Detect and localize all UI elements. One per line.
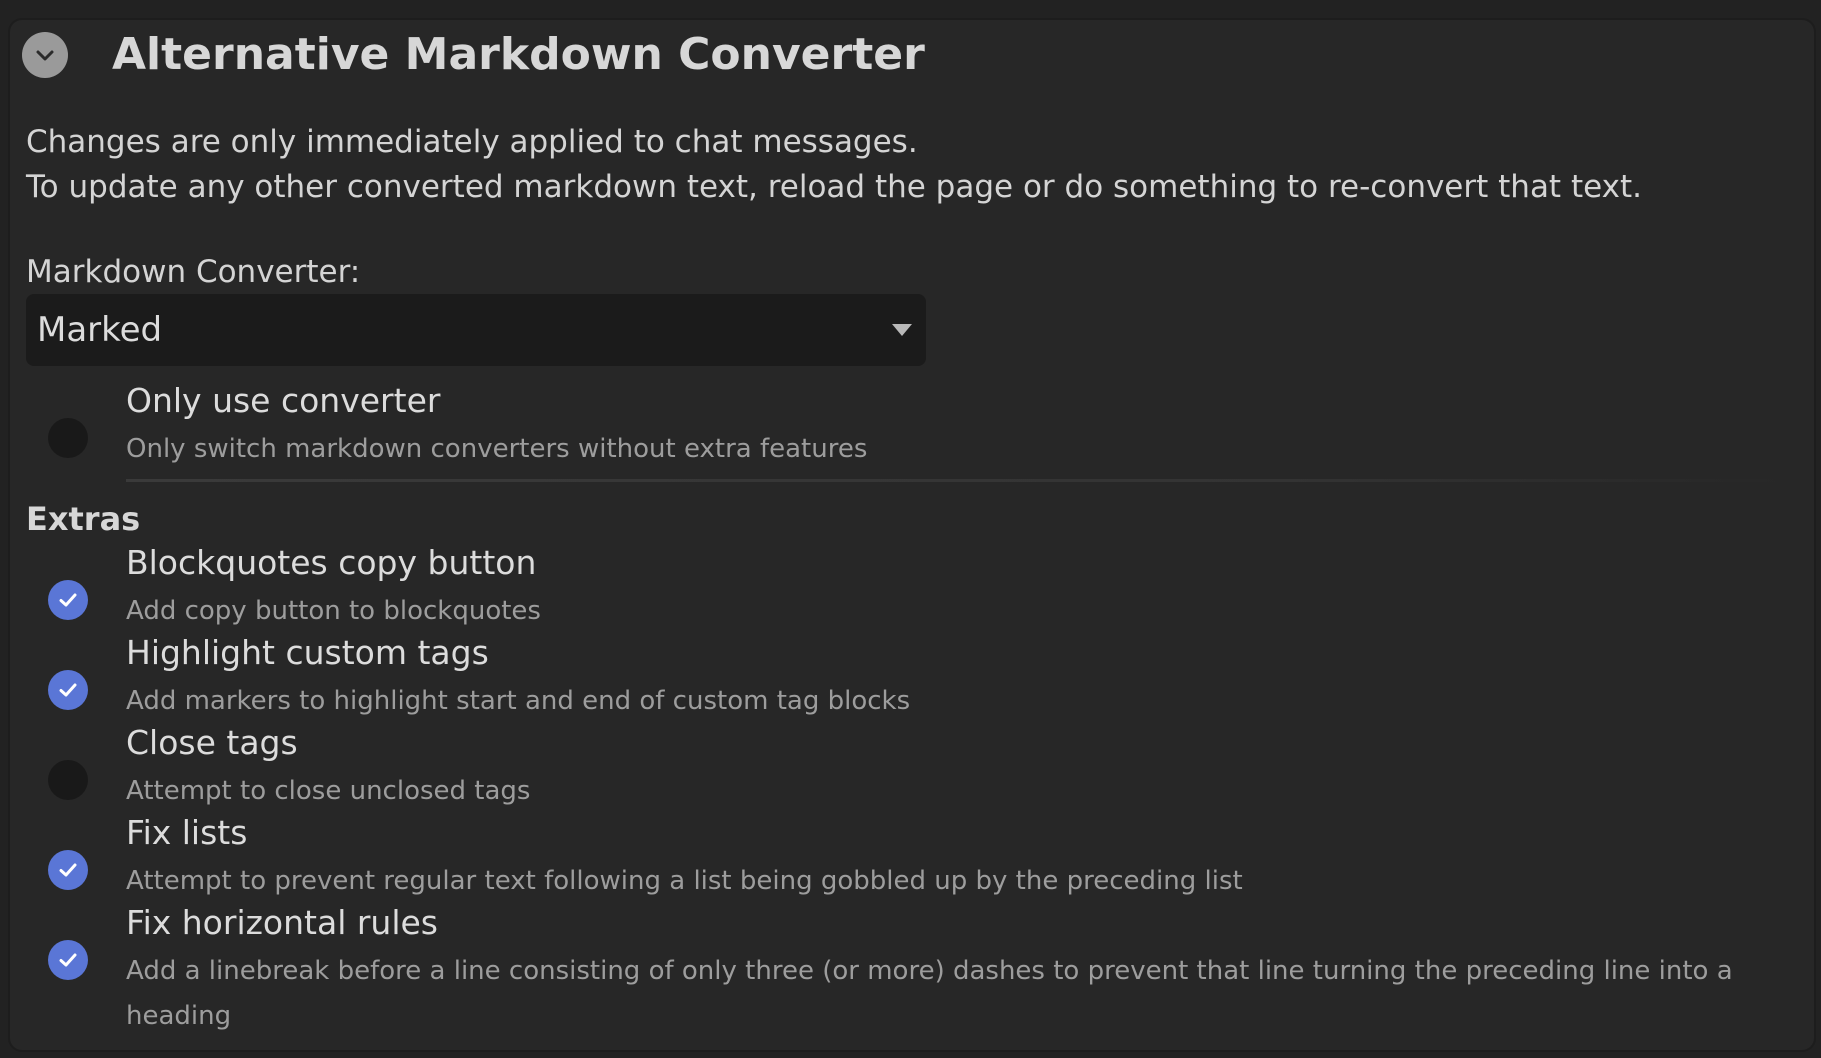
fix-lists-checkbox[interactable] (48, 850, 88, 890)
option-description: Only switch markdown converters without … (126, 434, 868, 464)
panel-title: Alternative Markdown Converter (112, 29, 925, 80)
settings-panel: Alternative Markdown Converter Changes a… (8, 18, 1816, 1052)
only-use-converter-checkbox[interactable] (48, 418, 88, 458)
option-title: Close tags (126, 723, 298, 762)
close-tags-checkbox[interactable] (48, 760, 88, 800)
option-title: Fix lists (126, 813, 248, 852)
highlight-custom-tags-checkbox[interactable] (48, 670, 88, 710)
option-description: Add copy button to blockquotes (126, 596, 541, 626)
dropdown-caret-icon (892, 324, 912, 336)
fix-horizontal-rules-checkbox[interactable] (48, 940, 88, 980)
option-title: Highlight custom tags (126, 633, 489, 672)
checkmark-icon (59, 593, 77, 607)
checkmark-icon (59, 863, 77, 877)
option-description: Add markers to highlight start and end o… (126, 686, 911, 716)
converter-selected-value: Marked (37, 310, 163, 350)
checkmark-icon (59, 953, 77, 967)
divider (126, 479, 1786, 482)
option-description: Add a linebreak before a line consisting… (126, 956, 1733, 1031)
checkmark-icon (59, 683, 77, 697)
option-title: Fix horizontal rules (126, 903, 439, 942)
info-line-1: Changes are only immediately applied to … (26, 124, 918, 160)
info-text: Changes are only immediately applied to … (26, 120, 1642, 210)
blockquotes-copy-button-checkbox[interactable] (48, 580, 88, 620)
collapse-button[interactable] (22, 32, 68, 78)
converter-select[interactable]: Marked (26, 294, 926, 366)
chevron-down-icon (36, 50, 54, 61)
extras-heading: Extras (26, 500, 141, 538)
option-description: Attempt to prevent regular text followin… (126, 866, 1243, 896)
converter-label: Markdown Converter: (26, 254, 361, 290)
info-line-2: To update any other converted markdown t… (26, 169, 1642, 205)
option-title: Only use converter (126, 381, 441, 420)
option-title: Blockquotes copy button (126, 543, 537, 582)
option-description: Attempt to close unclosed tags (126, 776, 531, 806)
